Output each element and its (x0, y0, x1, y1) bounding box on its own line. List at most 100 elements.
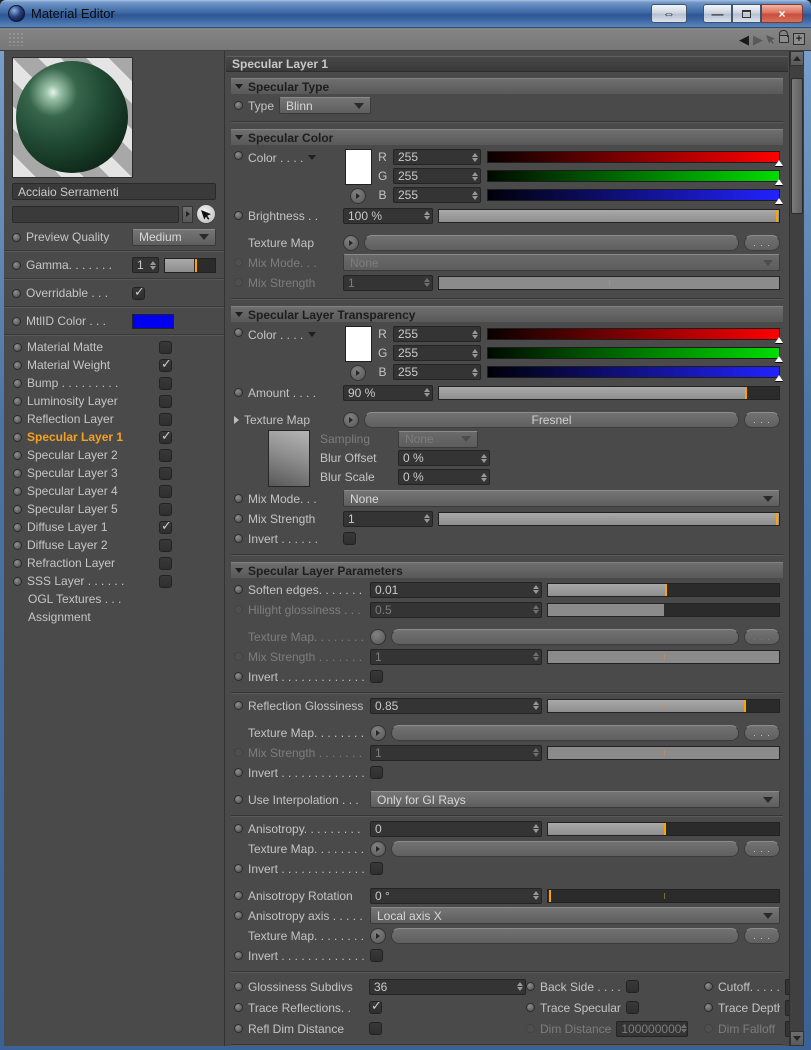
texture-map-field[interactable] (391, 927, 739, 944)
animation-dot[interactable] (13, 504, 22, 514)
stepper-icon[interactable] (533, 824, 539, 833)
stepper-icon[interactable] (517, 982, 523, 991)
browse-button[interactable]: . . . (744, 411, 780, 428)
invert-checkbox[interactable] (370, 862, 383, 875)
pick-button[interactable] (196, 204, 216, 224)
channel-checkbox[interactable] (159, 448, 172, 462)
history-forward-icon[interactable]: ▶ (753, 33, 763, 46)
trace-depth-field[interactable]: 5 (785, 999, 789, 1016)
channel-checkbox[interactable] (159, 574, 172, 588)
channel-specular-2[interactable]: Specular Layer 2 (4, 446, 224, 464)
texture-map-field[interactable] (391, 724, 739, 741)
back-side-checkbox[interactable] (625, 980, 639, 993)
channel-diffuse-2[interactable]: Diffuse Layer 2 (4, 536, 224, 554)
mtlid-color-swatch[interactable] (132, 313, 174, 329)
sidebar-item-assignment[interactable]: Assignment (4, 608, 224, 626)
r-value-field[interactable]: 255 (393, 149, 481, 165)
channel-checkbox[interactable] (159, 412, 172, 426)
minimize-button[interactable]: — (703, 4, 732, 23)
animation-dot[interactable] (12, 316, 21, 326)
animation-dot[interactable] (13, 468, 22, 478)
animation-dot[interactable] (234, 388, 243, 397)
channel-checkbox[interactable] (159, 340, 172, 354)
blue-slider[interactable] (487, 189, 783, 204)
blur-scale-field[interactable]: 0 % (398, 469, 490, 485)
animation-dot[interactable] (234, 672, 243, 681)
animation-dot[interactable] (526, 1003, 535, 1012)
anisotropy-rotation-slider[interactable] (547, 888, 780, 903)
stepper-icon[interactable] (481, 472, 487, 482)
toolbar-grip[interactable] (8, 32, 24, 46)
section-parameters[interactable]: Specular Layer Parameters (231, 562, 783, 578)
section-transparency[interactable]: Specular Layer Transparency (231, 306, 783, 322)
browse-button[interactable]: . . . (744, 724, 780, 741)
b-value-field[interactable]: 255 (393, 187, 481, 203)
glossiness-subdivs-field[interactable]: 36 (369, 978, 526, 995)
animation-dot[interactable] (234, 768, 243, 777)
texture-map-field[interactable] (364, 234, 739, 251)
material-name-field[interactable]: Acciaio Serramenti (12, 183, 216, 200)
soften-edges-slider[interactable] (547, 582, 780, 597)
animation-dot[interactable] (13, 576, 22, 586)
mix-strength-field[interactable]: 1 (343, 510, 433, 527)
animation-dot[interactable] (13, 378, 22, 388)
channel-material-weight[interactable]: Material Weight ✓ (4, 356, 224, 374)
history-back-icon[interactable]: ◀ (739, 33, 749, 46)
channel-material-matte[interactable]: Material Matte (4, 338, 224, 356)
stepper-icon[interactable] (472, 190, 478, 200)
texture-expand-button[interactable] (343, 234, 359, 251)
stepper-icon[interactable] (533, 701, 539, 710)
animation-dot[interactable] (13, 540, 22, 550)
invert-checkbox[interactable] (343, 532, 356, 545)
texture-map-field[interactable] (391, 840, 739, 857)
channel-bump[interactable]: Bump . . . . . . . . . (4, 374, 224, 392)
stepper-icon[interactable] (472, 152, 478, 162)
mix-strength-slider[interactable] (438, 511, 780, 526)
stepper-icon[interactable] (424, 514, 430, 523)
animation-dot[interactable] (234, 534, 243, 543)
green-slider[interactable] (487, 347, 783, 362)
animation-dot[interactable] (234, 514, 243, 523)
pick-cursor-icon[interactable] (766, 33, 776, 44)
reflection-glossiness-field[interactable]: 0.85 (370, 697, 542, 714)
scroll-down-button[interactable] (790, 1031, 804, 1046)
trace-specular-checkbox[interactable] (625, 1001, 639, 1014)
scrollbar-track[interactable] (790, 66, 804, 1031)
texture-expand-button[interactable] (343, 411, 359, 428)
texture-expand-button[interactable] (370, 724, 386, 741)
animation-dot[interactable] (234, 824, 243, 833)
animation-dot[interactable] (12, 288, 21, 298)
titlebar[interactable]: Material Editor ⇔ — × (0, 0, 811, 28)
channel-checkbox[interactable] (159, 502, 172, 516)
reflection-glossiness-slider[interactable] (547, 698, 780, 713)
mix-mode-select[interactable]: None (343, 490, 780, 507)
animation-dot[interactable] (234, 494, 243, 503)
scroll-up-button[interactable] (790, 51, 804, 66)
slider-handle[interactable] (775, 352, 783, 362)
new-panel-icon[interactable]: + (793, 33, 805, 45)
stepper-icon[interactable] (424, 388, 430, 397)
stepper-icon[interactable] (472, 367, 478, 377)
channel-checkbox[interactable] (159, 376, 172, 390)
color-mode-icon[interactable] (308, 155, 317, 160)
animation-dot[interactable] (234, 1003, 243, 1012)
animation-dot[interactable] (234, 585, 243, 594)
animation-dot[interactable] (12, 232, 21, 242)
channel-checkbox[interactable] (159, 556, 172, 570)
stepper-icon[interactable] (533, 891, 539, 900)
texture-expand-button[interactable] (370, 927, 386, 944)
amount-field[interactable]: 90 % (343, 384, 433, 401)
animation-dot[interactable] (234, 701, 243, 710)
animation-dot[interactable] (13, 396, 22, 406)
specular-type-select[interactable]: Blinn (279, 97, 372, 114)
lock-icon[interactable] (779, 30, 789, 43)
color-mode-icon[interactable] (308, 332, 317, 337)
color-swatch[interactable] (344, 326, 372, 362)
section-specular-color[interactable]: Specular Color (231, 129, 783, 145)
color-expand-button[interactable] (350, 188, 366, 204)
trace-reflections-checkbox[interactable]: ✓ (369, 998, 382, 1014)
animation-dot[interactable] (13, 360, 22, 370)
animation-dot[interactable] (13, 486, 22, 496)
animation-dot[interactable] (234, 1024, 243, 1033)
amount-slider[interactable] (438, 385, 780, 400)
